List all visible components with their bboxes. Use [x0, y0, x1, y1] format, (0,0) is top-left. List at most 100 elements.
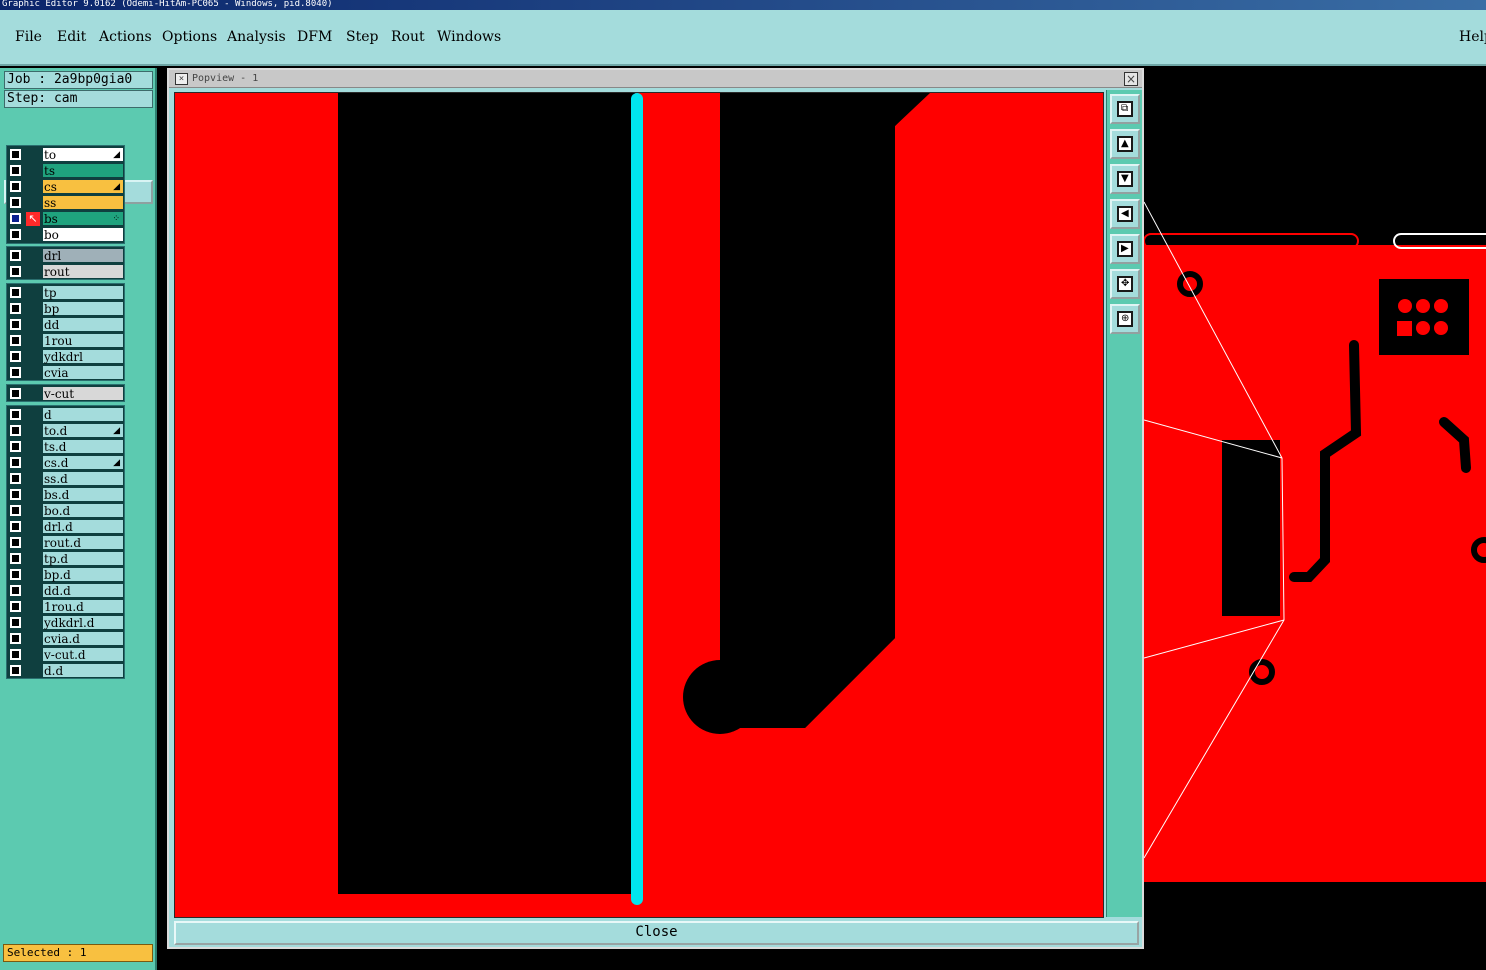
- menu-windows[interactable]: Windows: [437, 29, 501, 45]
- layer-checkbox[interactable]: [10, 229, 21, 240]
- close-icon[interactable]: ×: [1124, 72, 1138, 86]
- layer-checkbox[interactable]: [10, 473, 21, 484]
- layer-checkbox[interactable]: [10, 266, 21, 277]
- layer-row-d[interactable]: d: [7, 407, 124, 423]
- layer-checkbox[interactable]: [10, 537, 21, 548]
- layer-name[interactable]: bs ⁘: [42, 211, 124, 226]
- layer-name[interactable]: v-cut.d: [42, 647, 124, 662]
- layer-name[interactable]: ss: [42, 195, 124, 210]
- layer-row-bp.d[interactable]: bp.d: [7, 567, 124, 583]
- menu-file[interactable]: File: [15, 29, 42, 45]
- layer-checkbox[interactable]: [10, 149, 21, 160]
- layer-name[interactable]: tp.d: [42, 551, 124, 566]
- zoom-window-icon[interactable]: ⧉: [1110, 94, 1140, 124]
- layer-name[interactable]: d: [42, 407, 124, 422]
- layer-row-1rou.d[interactable]: 1rou.d: [7, 599, 124, 615]
- layer-name[interactable]: bs.d: [42, 487, 124, 502]
- layer-checkbox[interactable]: [10, 649, 21, 660]
- menu-actions[interactable]: Actions: [99, 29, 152, 45]
- layer-checkbox[interactable]: [10, 425, 21, 436]
- layer-checkbox[interactable]: [10, 665, 21, 676]
- layer-row-rout[interactable]: rout: [7, 264, 124, 280]
- layer-checkbox[interactable]: [10, 367, 21, 378]
- layer-checkbox[interactable]: [10, 250, 21, 261]
- layer-name[interactable]: 1rou.d: [42, 599, 124, 614]
- menu-edit[interactable]: Edit: [57, 29, 86, 45]
- layer-name[interactable]: dd.d: [42, 583, 124, 598]
- layer-row-cs[interactable]: cs ◢: [7, 179, 124, 195]
- menu-help[interactable]: Help: [1459, 29, 1486, 45]
- menu-rout[interactable]: Rout: [391, 29, 425, 45]
- layer-name[interactable]: ydkdrl: [42, 349, 124, 364]
- layer-row-1rou[interactable]: 1rou: [7, 333, 124, 349]
- layer-name[interactable]: bo.d: [42, 503, 124, 518]
- layer-row-cvia[interactable]: cvia: [7, 365, 124, 381]
- layer-name[interactable]: tp: [42, 285, 124, 300]
- layer-checkbox[interactable]: [10, 489, 21, 500]
- zoom-home-icon[interactable]: ⊕: [1110, 304, 1140, 334]
- layer-name[interactable]: cvia.d: [42, 631, 124, 646]
- layer-row-ss[interactable]: ss: [7, 195, 124, 211]
- layer-row-bs[interactable]: ↖ bs ⁘: [7, 211, 124, 227]
- layer-name[interactable]: ts.d: [42, 439, 124, 454]
- layer-name[interactable]: cvia: [42, 365, 124, 380]
- layer-row-to[interactable]: to ◢: [7, 147, 124, 163]
- layer-name[interactable]: ydkdrl.d: [42, 615, 124, 630]
- layer-checkbox[interactable]: [10, 457, 21, 468]
- layer-row-v-cut.d[interactable]: v-cut.d: [7, 647, 124, 663]
- layer-row-cvia.d[interactable]: cvia.d: [7, 631, 124, 647]
- layer-row-dd[interactable]: dd: [7, 317, 124, 333]
- layer-name[interactable]: ts: [42, 163, 124, 178]
- layer-row-dd.d[interactable]: dd.d: [7, 583, 124, 599]
- layer-row-ss.d[interactable]: ss.d: [7, 471, 124, 487]
- layer-name[interactable]: cs.d ◢: [42, 455, 124, 470]
- layer-row-bp[interactable]: bp: [7, 301, 124, 317]
- layer-row-tp.d[interactable]: tp.d: [7, 551, 124, 567]
- layer-name[interactable]: drl: [42, 248, 124, 263]
- layer-checkbox[interactable]: [10, 441, 21, 452]
- layer-row-ts[interactable]: ts: [7, 163, 124, 179]
- menu-analysis[interactable]: Analysis: [227, 29, 286, 45]
- layer-checkbox[interactable]: [10, 388, 21, 399]
- layer-checkbox[interactable]: [10, 505, 21, 516]
- layer-checkbox[interactable]: [10, 585, 21, 596]
- layer-row-bs.d[interactable]: bs.d: [7, 487, 124, 503]
- menu-dfm[interactable]: DFM: [297, 29, 332, 45]
- layer-name[interactable]: bo: [42, 227, 124, 242]
- layer-row-tp[interactable]: tp: [7, 285, 124, 301]
- layer-name[interactable]: bp.d: [42, 567, 124, 582]
- layer-name[interactable]: v-cut: [42, 386, 124, 401]
- layer-name[interactable]: ss.d: [42, 471, 124, 486]
- window-menu-icon[interactable]: ×: [175, 73, 188, 85]
- layer-row-d.d[interactable]: d.d: [7, 663, 124, 679]
- layer-checkbox[interactable]: [10, 319, 21, 330]
- menu-options[interactable]: Options: [162, 29, 217, 45]
- layer-row-bo[interactable]: bo: [7, 227, 124, 243]
- layer-checkbox[interactable]: [10, 287, 21, 298]
- layer-checkbox[interactable]: [10, 521, 21, 532]
- layer-checkbox[interactable]: [10, 617, 21, 628]
- layer-name[interactable]: to.d ◢: [42, 423, 124, 438]
- layer-row-rout.d[interactable]: rout.d: [7, 535, 124, 551]
- layer-name[interactable]: rout: [42, 264, 124, 279]
- layer-row-cs.d[interactable]: cs.d ◢: [7, 455, 124, 471]
- layer-checkbox[interactable]: [10, 213, 21, 224]
- layer-checkbox[interactable]: [10, 351, 21, 362]
- layer-row-drl[interactable]: drl: [7, 248, 124, 264]
- popview-canvas[interactable]: [174, 92, 1104, 918]
- menu-step[interactable]: Step: [346, 29, 378, 45]
- zoom-fit-icon[interactable]: ✥: [1110, 269, 1140, 299]
- layer-checkbox[interactable]: [10, 601, 21, 612]
- layer-name[interactable]: d.d: [42, 663, 124, 678]
- layer-checkbox[interactable]: [10, 165, 21, 176]
- layer-name[interactable]: dd: [42, 317, 124, 332]
- layer-name[interactable]: 1rou: [42, 333, 124, 348]
- layer-name[interactable]: to ◢: [42, 147, 124, 162]
- layer-row-ydkdrl.d[interactable]: ydkdrl.d: [7, 615, 124, 631]
- layer-checkbox[interactable]: [10, 197, 21, 208]
- layer-name[interactable]: cs ◢: [42, 179, 124, 194]
- layer-row-to.d[interactable]: to.d ◢: [7, 423, 124, 439]
- layer-checkbox[interactable]: [10, 409, 21, 420]
- layer-row-v-cut[interactable]: v-cut: [7, 386, 124, 402]
- layer-row-ts.d[interactable]: ts.d: [7, 439, 124, 455]
